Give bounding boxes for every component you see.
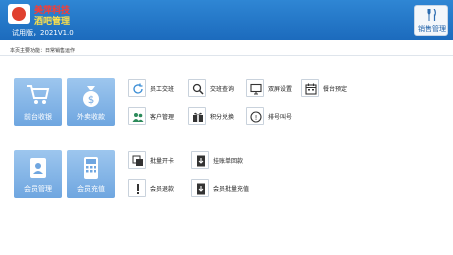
employee-shift-label: 员工交班	[150, 86, 175, 93]
version-label: 试用版，2021V1.0	[12, 29, 74, 37]
table-reservation-button[interactable]: 餐台预定	[301, 79, 357, 97]
cards-icon	[128, 151, 146, 169]
monitor-icon	[246, 79, 264, 97]
member-recharge-label: 会员充值	[77, 185, 105, 193]
credit-bill-repayment-label: 挂账单回款	[213, 158, 244, 165]
users-icon	[128, 107, 146, 125]
calendar-icon	[301, 79, 319, 97]
front-desk-cashier-button[interactable]: 前台收银	[14, 78, 62, 126]
refresh-icon	[128, 79, 146, 97]
dual-screen-settings-button[interactable]: 双屏设置	[246, 79, 302, 97]
batch-icon	[191, 179, 209, 197]
batch-card-issue-button[interactable]: 批量开卡	[128, 151, 188, 169]
queue-icon: !	[246, 107, 264, 125]
pos-terminal-icon	[84, 157, 98, 179]
member-refund-button[interactable]: 会员退款	[128, 179, 188, 197]
credit-bill-repayment-button[interactable]: 挂账单回款	[191, 151, 251, 169]
money-bag-icon: $	[83, 86, 99, 107]
download-icon	[191, 151, 209, 169]
member-management-label: 会员管理	[24, 185, 52, 193]
brand-logo-icon	[8, 4, 30, 24]
fork-knife-icon	[427, 9, 436, 21]
member-card-icon	[30, 158, 46, 178]
shift-query-button[interactable]: 交班查询	[188, 79, 244, 97]
employee-shift-button[interactable]: 员工交班	[128, 79, 188, 97]
points-exchange-label: 积分兑换	[210, 114, 235, 121]
points-exchange-button[interactable]: 积分兑换	[188, 107, 244, 125]
svg-text:$: $	[88, 95, 94, 106]
app-title: 酒吧管理	[34, 17, 71, 27]
customer-management-button[interactable]: 客户管理	[128, 107, 188, 125]
shift-query-label: 交班查询	[210, 86, 235, 93]
member-batch-recharge-label: 会员批量充值	[213, 186, 250, 193]
member-recharge-button[interactable]: 会员充值	[67, 150, 115, 198]
member-batch-recharge-button[interactable]: 会员批量充值	[191, 179, 257, 197]
queue-calling-label: 排号叫号	[268, 114, 293, 121]
cart-icon	[27, 85, 50, 104]
takeout-payment-button[interactable]: $ 外卖收款	[67, 78, 115, 126]
app-header: 美萍科技 酒吧管理 试用版，2021V1.0 销售管理	[0, 0, 453, 40]
customer-management-label: 客户管理	[150, 114, 175, 121]
queue-calling-button[interactable]: ! 排号叫号	[246, 107, 302, 125]
table-reservation-label: 餐台预定	[323, 86, 348, 93]
sales-management-label: 销售管理	[418, 25, 446, 33]
alert-icon	[128, 179, 146, 197]
sales-management-button[interactable]: 销售管理	[414, 5, 448, 36]
member-management-button[interactable]: 会员管理	[14, 150, 62, 198]
svg-text:!: !	[255, 114, 258, 122]
takeout-payment-label: 外卖收款	[77, 113, 105, 121]
batch-card-issue-label: 批量开卡	[150, 158, 175, 165]
dual-screen-settings-label: 双屏设置	[268, 86, 293, 93]
gift-icon	[188, 107, 206, 125]
divider	[0, 55, 453, 56]
front-desk-cashier-label: 前台收银	[24, 113, 52, 121]
breadcrumb: 本页主要功能：日常销售运作	[10, 48, 76, 54]
member-refund-label: 会员退款	[150, 186, 175, 193]
search-icon	[188, 79, 206, 97]
